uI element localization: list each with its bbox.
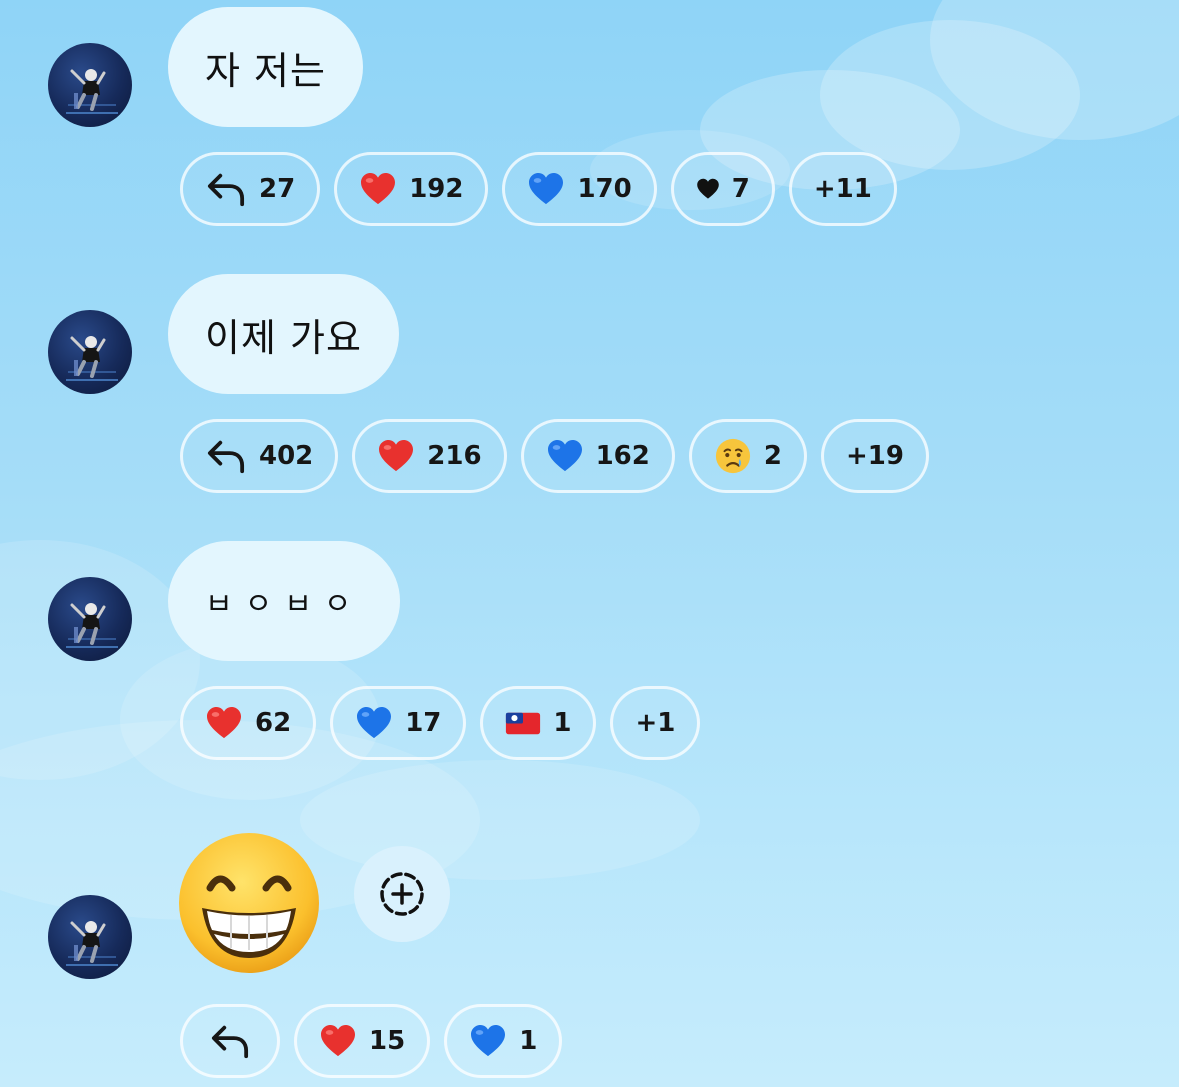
more-reactions-count: +11: [813, 174, 872, 204]
red-heart-icon: [359, 172, 397, 206]
reaction-count: 62: [255, 708, 292, 738]
reaction-bar: 15 1: [180, 1004, 563, 1078]
reply-button[interactable]: 402: [180, 419, 339, 493]
reaction-count: 1: [553, 708, 572, 738]
avatar[interactable]: [48, 310, 132, 394]
add-reaction-button[interactable]: [354, 846, 450, 942]
reaction-red-heart[interactable]: 192: [334, 152, 489, 226]
reaction-blue-heart[interactable]: 1: [444, 1004, 563, 1078]
taiwan-flag-icon: [505, 710, 541, 737]
reaction-bar: 62 17 1 +1: [180, 686, 701, 760]
blue-heart-icon: [469, 1024, 507, 1058]
reaction-red-heart[interactable]: 15: [294, 1004, 431, 1078]
reaction-count: 7: [731, 174, 750, 204]
reaction-count: 2: [763, 441, 782, 471]
reply-button[interactable]: [180, 1004, 280, 1078]
avatar-image: [48, 577, 132, 661]
reaction-taiwan-flag[interactable]: 1: [480, 686, 597, 760]
grinning-face-icon: [179, 833, 319, 973]
reaction-blue-heart[interactable]: 170: [502, 152, 657, 226]
more-reactions-button[interactable]: +19: [820, 419, 929, 493]
message-text: ㅂㅇㅂㅇ: [205, 587, 364, 622]
avatar[interactable]: [48, 43, 132, 127]
red-heart-icon: [377, 439, 415, 473]
message-text: 이제 가요: [205, 315, 362, 360]
grinning-face-emoji-message[interactable]: 😁: [176, 830, 322, 976]
reaction-red-heart[interactable]: 62: [180, 686, 317, 760]
blue-heart-icon: [527, 172, 565, 206]
reply-icon: [209, 1022, 251, 1060]
reaction-crying-face[interactable]: 2: [688, 419, 807, 493]
reaction-count: 170: [577, 174, 632, 204]
reaction-count: 15: [369, 1026, 406, 1056]
message-bubble[interactable]: 이제 가요: [168, 274, 399, 394]
reaction-bar: 402 216 162 2 +19: [180, 419, 929, 493]
message-bubble[interactable]: ㅂㅇㅂㅇ: [168, 541, 401, 661]
message-bubble[interactable]: 자 저는: [168, 7, 363, 127]
reaction-black-heart[interactable]: 7: [670, 152, 775, 226]
reply-count: 27: [259, 174, 296, 204]
reaction-red-heart[interactable]: 216: [352, 419, 507, 493]
avatar[interactable]: [48, 895, 132, 979]
reaction-count: 192: [409, 174, 464, 204]
reaction-count: 162: [595, 441, 650, 471]
blue-heart-icon: [546, 439, 584, 473]
reply-button[interactable]: 27: [180, 152, 321, 226]
reaction-blue-heart[interactable]: 17: [330, 686, 467, 760]
reaction-count: 17: [405, 708, 442, 738]
reply-icon: [205, 170, 247, 208]
more-reactions-button[interactable]: +11: [788, 152, 897, 226]
add-reaction-icon: [380, 872, 424, 916]
reply-icon: [205, 437, 247, 475]
avatar-image: [48, 43, 132, 127]
avatar-image: [48, 895, 132, 979]
avatar[interactable]: [48, 577, 132, 661]
reaction-bar: 27 192 170 7 +11: [180, 152, 897, 226]
reaction-count: 216: [427, 441, 482, 471]
reaction-blue-heart[interactable]: 162: [520, 419, 675, 493]
message-text: 자 저는: [205, 48, 326, 93]
more-reactions-count: +19: [845, 441, 904, 471]
black-heart-icon: [696, 178, 720, 200]
red-heart-icon: [205, 706, 243, 740]
blue-heart-icon: [355, 706, 393, 740]
red-heart-icon: [319, 1024, 357, 1058]
more-reactions-button[interactable]: +1: [610, 686, 701, 760]
reaction-count: 1: [519, 1026, 538, 1056]
crying-face-icon: [714, 437, 752, 475]
more-reactions-count: +1: [635, 708, 676, 738]
avatar-image: [48, 310, 132, 394]
reply-count: 402: [259, 441, 314, 471]
